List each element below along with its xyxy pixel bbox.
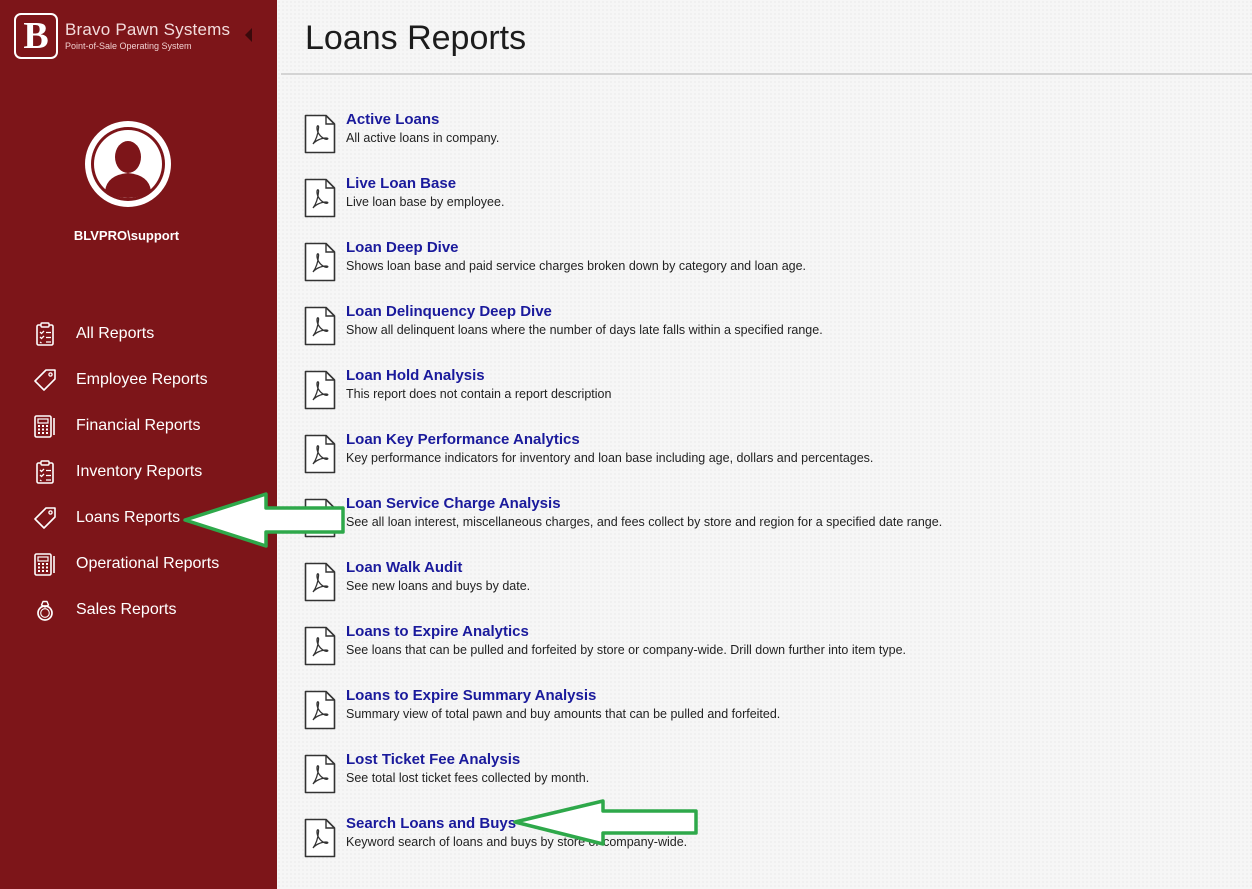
report-description: Key performance indicators for inventory… (346, 451, 874, 465)
sidebar-item-label: Operational Reports (76, 555, 220, 572)
report-link[interactable]: Loan Delinquency Deep Dive (346, 303, 552, 320)
pdf-icon (304, 434, 336, 474)
report-description: All active loans in company. (346, 131, 500, 145)
report-link[interactable]: Loan Service Charge Analysis (346, 495, 561, 512)
report-description: See loans that can be pulled and forfeit… (346, 643, 907, 657)
report-link[interactable]: Loan Hold Analysis (346, 367, 485, 384)
report-link[interactable]: Loan Walk Audit (346, 559, 462, 576)
brand-tagline: Point-of-Sale Operating System (65, 41, 192, 51)
sidebar-item-financial-reports[interactable]: Financial Reports (0, 404, 277, 450)
report-link[interactable]: Active Loans (346, 111, 439, 128)
pdf-icon (304, 818, 336, 858)
report-item: Loan Delinquency Deep Dive Show all deli… (277, 302, 1252, 366)
report-link[interactable]: Loans to Expire Analytics (346, 623, 529, 640)
report-item: Loan Service Charge Analysis See all loa… (277, 494, 1252, 558)
brand-name: Bravo Pawn Systems (65, 20, 231, 39)
clipboard-icon (36, 322, 54, 346)
sidebar-nav: All Reports Employee Reports Financial R… (0, 312, 277, 634)
collapse-sidebar-icon[interactable] (245, 28, 252, 42)
sidebar-item-label: Financial Reports (76, 417, 201, 434)
report-description: Shows loan base and paid service charges… (346, 259, 807, 273)
report-link[interactable]: Loan Key Performance Analytics (346, 431, 580, 448)
pdf-icon (304, 242, 336, 282)
avatar-icon (85, 121, 171, 207)
report-item: Search Loans and Buys Keyword search of … (277, 814, 1252, 878)
report-item: Loans to Expire Analytics See loans that… (277, 622, 1252, 686)
pdf-icon (304, 370, 336, 410)
report-item: Lost Ticket Fee Analysis See total lost … (277, 750, 1252, 814)
sidebar-item-operational-reports[interactable]: Operational Reports (0, 542, 277, 588)
sidebar-item-loans-reports[interactable]: Loans Reports (0, 496, 277, 542)
sidebar-item-sales-reports[interactable]: Sales Reports (0, 588, 277, 634)
page-title: Loans Reports (305, 19, 527, 57)
report-item: Live Loan Base Live loan base by employe… (277, 174, 1252, 238)
main-content: Loans Reports Active Loans All active lo… (277, 0, 1252, 889)
pdf-icon (304, 562, 336, 602)
report-description: See total lost ticket fees collected by … (346, 771, 590, 785)
report-item: Loans to Expire Summary Analysis Summary… (277, 686, 1252, 750)
pdf-icon (304, 178, 336, 218)
pdf-icon (304, 754, 336, 794)
report-description: This report does not contain a report de… (346, 387, 612, 401)
sidebar-item-all-reports[interactable]: All Reports (0, 312, 277, 358)
report-item: Loan Deep Dive Shows loan base and paid … (277, 238, 1252, 302)
sidebar: B Bravo Pawn Systems Point-of-Sale Opera… (0, 0, 277, 889)
report-description: Show all delinquent loans where the numb… (346, 323, 823, 337)
pdf-icon (304, 626, 336, 666)
report-item: Loan Key Performance Analytics Key perfo… (277, 430, 1252, 494)
title-divider (281, 73, 1252, 75)
pdf-icon (304, 114, 336, 154)
ring-icon (37, 600, 53, 621)
report-description: Live loan base by employee. (346, 195, 505, 209)
tag-icon (34, 507, 56, 529)
tag-icon (34, 369, 56, 391)
sidebar-item-label: Loans Reports (76, 509, 181, 526)
report-link[interactable]: Loan Deep Dive (346, 239, 459, 256)
report-item: Loan Hold Analysis This report does not … (277, 366, 1252, 430)
report-link[interactable]: Search Loans and Buys (346, 815, 516, 832)
calculator-icon (34, 553, 55, 576)
pdf-icon (304, 306, 336, 346)
brand[interactable]: B Bravo Pawn Systems Point-of-Sale Opera… (14, 12, 230, 60)
sidebar-item-employee-reports[interactable]: Employee Reports (0, 358, 277, 404)
report-description: See all loan interest, miscellaneous cha… (346, 515, 943, 529)
calculator-icon (34, 415, 55, 438)
report-list: Active Loans All active loans in company… (277, 110, 1252, 878)
report-description: See new loans and buys by date. (346, 579, 531, 593)
report-description: Keyword search of loans and buys by stor… (346, 835, 688, 849)
report-link[interactable]: Live Loan Base (346, 175, 456, 192)
sidebar-item-label: Employee Reports (76, 371, 208, 388)
report-description: Summary view of total pawn and buy amoun… (346, 707, 781, 721)
sidebar-item-label: Inventory Reports (76, 463, 203, 480)
username: BLVPRO\support (73, 228, 180, 243)
sidebar-item-label: All Reports (76, 325, 155, 342)
pdf-icon (304, 498, 336, 538)
report-item: Active Loans All active loans in company… (277, 110, 1252, 174)
report-link[interactable]: Loans to Expire Summary Analysis (346, 687, 596, 704)
sidebar-item-inventory-reports[interactable]: Inventory Reports (0, 450, 277, 496)
clipboard-icon (36, 460, 54, 484)
sidebar-item-label: Sales Reports (76, 601, 177, 618)
report-link[interactable]: Lost Ticket Fee Analysis (346, 751, 520, 768)
brand-logo: B (14, 13, 58, 59)
report-item: Loan Walk Audit See new loans and buys b… (277, 558, 1252, 622)
pdf-icon (304, 690, 336, 730)
